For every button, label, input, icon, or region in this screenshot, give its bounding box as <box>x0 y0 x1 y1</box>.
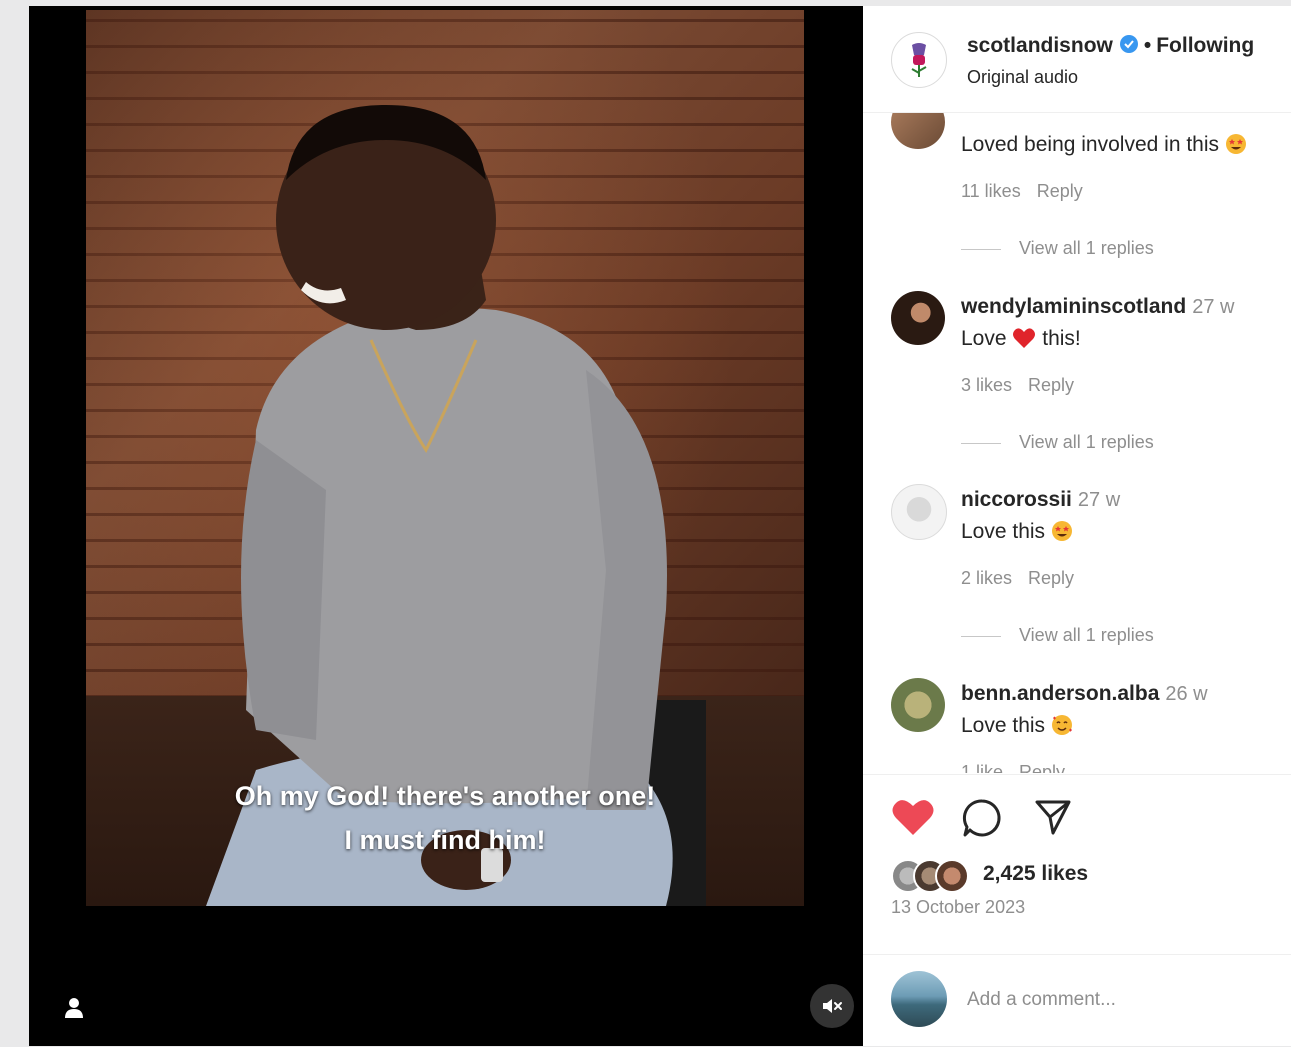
comment-text: Love this <box>961 520 1046 543</box>
commenter-avatar[interactable] <box>891 484 947 540</box>
comment-meta: 11 likes Reply <box>961 181 1099 202</box>
comment-meta: 2 likes Reply <box>961 568 1090 589</box>
replies-divider <box>961 248 1001 250</box>
reply-button[interactable]: Reply <box>1028 568 1074 588</box>
caption-line-1: Oh my God! there's another one! <box>234 781 656 811</box>
reply-button[interactable]: Reply <box>1028 375 1074 395</box>
author-line: scotlandisnow • Following <box>967 34 1254 58</box>
author-avatar[interactable] <box>891 32 947 88</box>
author-username[interactable]: scotlandisnow <box>967 34 1113 57</box>
comment-text-line: Loved being involved in this <box>961 133 1247 157</box>
view-replies-label: View all 1 replies <box>1019 625 1154 645</box>
post-header: scotlandisnow • Following Original audio <box>863 6 1291 113</box>
comment-likes[interactable]: 1 like <box>961 762 1003 773</box>
comment-likes[interactable]: 11 likes <box>961 181 1021 201</box>
comment-time: 27 w <box>1077 489 1121 511</box>
comment-likes[interactable]: 3 likes <box>961 375 1012 395</box>
comment-meta: 1 like Reply <box>961 762 1081 773</box>
video-frame[interactable]: Oh my God! there's another one! I must f… <box>86 10 804 906</box>
current-user-avatar <box>891 971 947 1027</box>
share-send-icon[interactable] <box>1033 797 1073 837</box>
comment-text-after: this! <box>1042 327 1081 350</box>
comment-header: benn.anderson.alba 26 w <box>961 682 1208 706</box>
comment-time: 27 w <box>1192 296 1235 318</box>
commenter-avatar[interactable] <box>891 291 945 345</box>
star-struck-emoji-icon <box>1225 134 1246 154</box>
tagged-user-icon[interactable] <box>64 996 84 1020</box>
red-heart-emoji-icon <box>1013 328 1036 348</box>
add-comment-bar <box>863 954 1291 1047</box>
commenter-avatar[interactable] <box>891 113 945 149</box>
smiling-face-with-hearts-emoji-icon <box>1051 715 1072 735</box>
comment-text-before: Love <box>961 327 1007 350</box>
commenter-avatar[interactable] <box>891 678 945 732</box>
reply-button[interactable]: Reply <box>1019 762 1065 773</box>
add-comment-input[interactable] <box>967 983 1267 1017</box>
following-button[interactable]: Following <box>1156 34 1254 57</box>
comment-header: niccorossii 27 w <box>961 488 1120 512</box>
commenter-username[interactable]: wendylamininscotland <box>961 295 1186 318</box>
reel-video-player[interactable]: Oh my God! there's another one! I must f… <box>29 6 863 1046</box>
reply-button[interactable]: Reply <box>1037 181 1083 201</box>
mute-toggle-button[interactable] <box>810 984 854 1028</box>
verified-badge-icon <box>1119 35 1138 53</box>
view-replies-button[interactable]: View all 1 replies <box>961 625 1154 646</box>
comment-text: Loved being involved in this <box>961 133 1220 156</box>
liker-avatar <box>935 859 969 893</box>
replies-divider <box>961 442 1001 444</box>
comment-text-line: Love this <box>961 520 1073 544</box>
video-caption: Oh my God! there's another one! I must f… <box>86 774 804 862</box>
like-heart-icon[interactable] <box>891 797 935 837</box>
comments-list[interactable]: Loved being involved in this 11 likes Rep… <box>863 113 1291 773</box>
replies-divider <box>961 635 1001 637</box>
post-date: 13 October 2023 <box>891 897 1026 917</box>
thistle-logo-icon <box>911 43 927 77</box>
comment-bubble-icon[interactable] <box>961 797 1003 839</box>
commenter-username[interactable]: niccorossii <box>961 488 1072 511</box>
post-sidebar: scotlandisnow • Following Original audio L… <box>863 6 1291 1046</box>
post-actions: 2,425 likes 13 October 2023 <box>863 774 1291 955</box>
likes-count[interactable]: 2,425 likes <box>983 862 1088 886</box>
commenter-username[interactable]: benn.anderson.alba <box>961 682 1159 705</box>
comment-likes[interactable]: 2 likes <box>961 568 1012 588</box>
original-audio-link[interactable]: Original audio <box>967 67 1078 88</box>
comment-time: 26 w <box>1165 683 1208 705</box>
comment-header: wendylamininscotland 27 w <box>961 295 1234 319</box>
comment-text: Love this <box>961 714 1046 737</box>
separator-dot: • <box>1143 34 1152 57</box>
star-struck-emoji-icon <box>1051 521 1072 541</box>
caption-line-2: I must find him! <box>344 825 546 855</box>
person-figure <box>206 105 706 906</box>
view-replies-button[interactable]: View all 1 replies <box>961 238 1154 259</box>
comment-meta: 3 likes Reply <box>961 375 1090 396</box>
view-replies-label: View all 1 replies <box>1019 432 1154 452</box>
view-replies-label: View all 1 replies <box>1019 238 1154 258</box>
speaker-muted-icon <box>823 999 842 1013</box>
comment-text-line: Love this! <box>961 327 1081 351</box>
view-replies-button[interactable]: View all 1 replies <box>961 432 1154 453</box>
comment-text-line: Love this <box>961 714 1073 738</box>
